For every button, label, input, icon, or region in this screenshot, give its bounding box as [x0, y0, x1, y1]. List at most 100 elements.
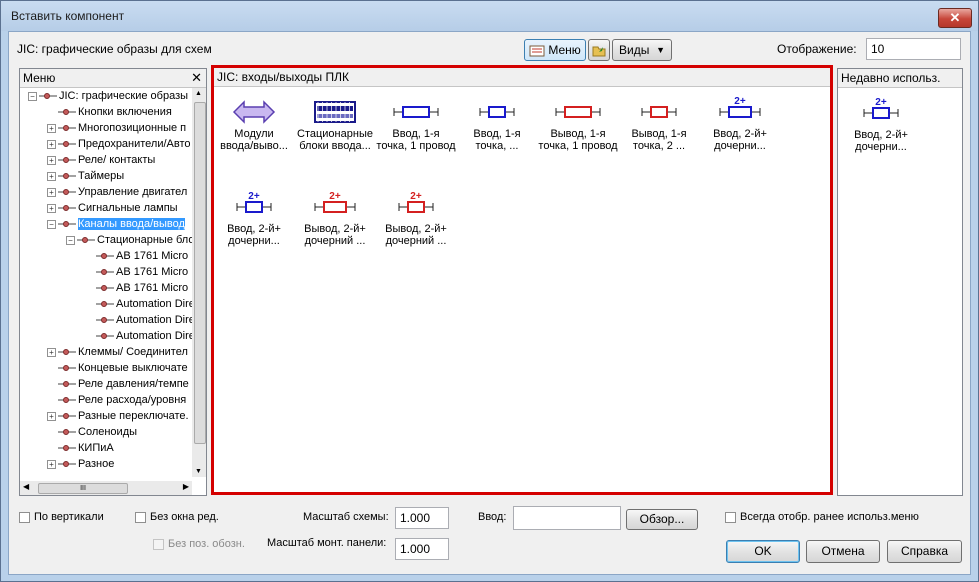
- component-tile[interactable]: 2+ Вывод, 2-й+ дочерний ...: [373, 187, 459, 247]
- component-tile[interactable]: 2+ Вывод, 2-й+ дочерний ...: [292, 187, 378, 247]
- category-node-icon: [58, 381, 76, 388]
- menu-tree-item[interactable]: Кнопки включения: [47, 104, 172, 120]
- menu-tree-item[interactable]: AB 1761 Micro: [85, 264, 188, 280]
- collapse-icon[interactable]: −: [47, 219, 56, 229]
- menu-vscrollbar[interactable]: ▲ ▼: [192, 88, 206, 477]
- input-field[interactable]: [513, 506, 621, 530]
- views-dropdown[interactable]: Виды ▼: [612, 39, 672, 61]
- scroll-up-icon[interactable]: ▲: [195, 90, 202, 97]
- tile-label-line2: точка, ...: [475, 140, 519, 152]
- component-tile[interactable]: 2+ Ввод, 2-й+ дочерни...: [697, 92, 783, 152]
- menu-tree-item[interactable]: + Реле/ контакты: [47, 152, 155, 168]
- menu-tree-item-label: Automation Dire: [116, 330, 192, 342]
- menu-tree-item[interactable]: + Разное: [47, 456, 114, 472]
- menu-tree-item-label: Реле давления/темпе: [78, 378, 189, 390]
- menu-tree-item[interactable]: + Таймеры: [47, 168, 124, 184]
- scale-panel-input[interactable]: [395, 538, 449, 560]
- menu-tree: − JIC: графические образы Кнопки включения…: [20, 88, 192, 477]
- category-node-icon: [96, 333, 114, 340]
- expand-icon[interactable]: +: [47, 171, 56, 181]
- menu-tree-item[interactable]: AB 1761 Micro: [85, 280, 188, 296]
- help-button[interactable]: Справка: [887, 540, 962, 563]
- menu-tree-item[interactable]: Соленоиды: [47, 424, 137, 440]
- menu-hscroll-thumb[interactable]: III: [38, 483, 128, 494]
- menu-hscrollbar[interactable]: ◀ III ▶: [20, 481, 192, 495]
- component-tile[interactable]: 2+ Ввод, 2-й+ дочерни...: [838, 93, 924, 153]
- library-icon: [39, 93, 57, 100]
- category-node-icon: [58, 221, 76, 228]
- menu-tree-item[interactable]: Automation Dire: [85, 328, 192, 344]
- tile-label-line1: Вывод, 1-я: [550, 128, 606, 140]
- menu-tree-item[interactable]: AB 1761 Micro: [85, 248, 188, 264]
- menu-panel-header: Меню ✕: [20, 69, 206, 88]
- no-pos-checkbox[interactable]: [153, 539, 164, 550]
- tile-label-line1: Ввод, 2-й+: [227, 223, 281, 235]
- tile-label-line2: дочерний ...: [385, 235, 447, 247]
- ok-button[interactable]: OK: [726, 540, 800, 563]
- menu-tree-item[interactable]: + Сигнальные лампы: [47, 200, 178, 216]
- expand-icon[interactable]: +: [47, 459, 56, 469]
- always-show-label: Всегда отобр. ранее использ.меню: [740, 511, 919, 523]
- menu-tree-item-label: Automation Dire: [116, 298, 192, 310]
- menu-tree-item-label: Таймеры: [78, 170, 125, 182]
- no-edit-window-checkbox[interactable]: [135, 512, 146, 523]
- expand-icon[interactable]: +: [47, 139, 56, 149]
- collapse-icon[interactable]: −: [66, 235, 75, 245]
- menu-tree-item[interactable]: + Многопозиционные п: [47, 120, 186, 136]
- tile-label-line2: точка, 1 провод: [376, 140, 456, 152]
- expand-icon[interactable]: +: [47, 411, 56, 421]
- menu-tree-item[interactable]: Automation Dire: [85, 296, 192, 312]
- component-tile[interactable]: Ввод, 1-я точка, ...: [454, 92, 540, 152]
- component-tile[interactable]: Стационарные блоки ввода...: [292, 92, 378, 152]
- component-tile[interactable]: Ввод, 1-я точка, 1 провод: [373, 92, 459, 152]
- vertical-checkbox[interactable]: [19, 512, 30, 523]
- menu-tree-item[interactable]: + Разные переключате.: [47, 408, 189, 424]
- expand-icon[interactable]: +: [47, 123, 56, 133]
- expand-icon[interactable]: +: [47, 155, 56, 165]
- menu-tree-item-label: Управление двигател: [78, 186, 188, 198]
- close-icon[interactable]: ✕: [191, 69, 202, 87]
- menu-tree-item[interactable]: Реле давления/темпе: [47, 376, 189, 392]
- component-tile[interactable]: Вывод, 1-я точка, 1 провод: [535, 92, 621, 152]
- component-tile[interactable]: Модули ввода/выво...: [211, 92, 297, 152]
- scroll-left-icon[interactable]: ◀: [23, 482, 29, 491]
- category-node-icon: [58, 365, 76, 372]
- close-button[interactable]: ✕: [938, 8, 972, 28]
- menu-tree-item[interactable]: − Стационарные бло: [66, 232, 192, 248]
- menu-button[interactable]: Меню: [524, 39, 586, 61]
- menu-tree-item-label: AB 1761 Micro: [116, 266, 189, 278]
- menu-tree-item[interactable]: КИПиА: [47, 440, 114, 456]
- menu-tree-item[interactable]: − JIC: графические образы: [28, 88, 188, 104]
- menu-tree-item[interactable]: Реле расхода/уровня: [47, 392, 186, 408]
- component-tile[interactable]: Вывод, 1-я точка, 2 ...: [616, 92, 702, 152]
- menu-tree-item[interactable]: Automation Dire: [85, 312, 192, 328]
- folder-up-button[interactable]: [588, 39, 610, 61]
- expand-icon[interactable]: +: [47, 203, 56, 213]
- always-show-checkbox[interactable]: [725, 512, 736, 523]
- scroll-right-icon[interactable]: ▶: [183, 482, 189, 491]
- menu-tree-item[interactable]: + Управление двигател: [47, 184, 187, 200]
- expand-icon[interactable]: +: [47, 187, 56, 197]
- menu-tree-item[interactable]: Концевые выключате: [47, 360, 188, 376]
- browse-button[interactable]: Обзор...: [626, 509, 698, 530]
- tile-label-line1: Вывод, 1-я: [631, 128, 687, 140]
- tile-label-line2: точка, 1 провод: [538, 140, 618, 152]
- scale-schema-input[interactable]: [395, 507, 449, 529]
- menu-tree-item-label: AB 1761 Micro: [116, 282, 189, 294]
- cancel-button[interactable]: Отмена: [806, 540, 880, 563]
- dialog-client: JIC: графические образы для схем Меню Ви…: [8, 31, 971, 575]
- menu-tree-item[interactable]: − Каналы ввода/вывод: [47, 216, 185, 232]
- menu-tree-item[interactable]: + Клеммы/ Соединител: [47, 344, 188, 360]
- tile-label-line1: Ввод, 2-й+: [713, 128, 767, 140]
- title-bar[interactable]: Вставить компонент ✕: [1, 1, 978, 31]
- collapse-icon[interactable]: −: [28, 91, 37, 101]
- menu-vscroll-thumb[interactable]: [194, 102, 206, 444]
- display-input[interactable]: [866, 38, 961, 60]
- menu-tree-item[interactable]: + Предохранители/Авто: [47, 136, 191, 152]
- components-panel: JIC: входы/выходы ПЛК Модули ввода/выво..…: [211, 65, 833, 495]
- scroll-down-icon[interactable]: ▼: [195, 468, 202, 475]
- component-tile[interactable]: 2+ Ввод, 2-й+ дочерни...: [211, 187, 297, 247]
- recent-panel-header: Недавно использ.: [838, 69, 962, 88]
- expand-icon[interactable]: +: [47, 347, 56, 357]
- menu-tree-item-label: Сигнальные лампы: [78, 202, 178, 214]
